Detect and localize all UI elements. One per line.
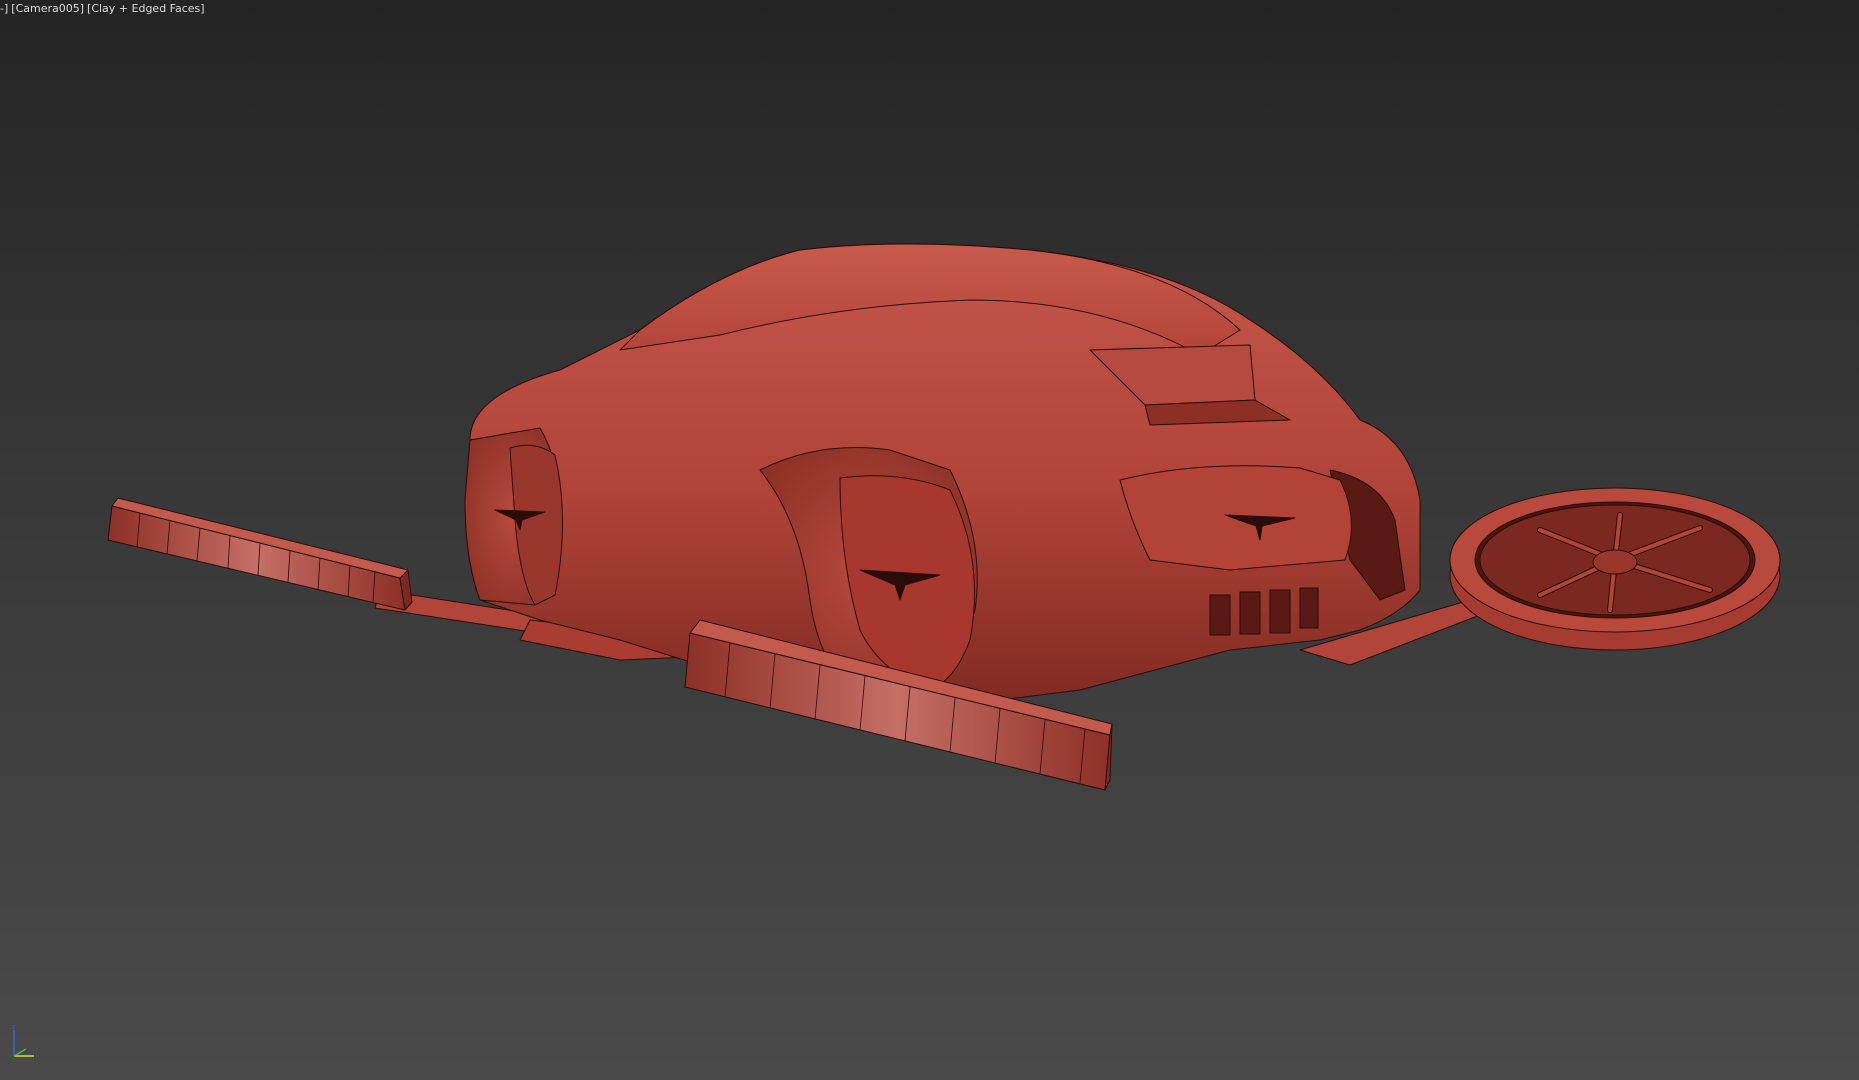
left-rotor-pad [107,497,413,611]
3d-viewport[interactable]: -] [Camera005] [Clay + Edged Faces] z [0,0,1859,1080]
axis-gizmo-icon: z [12,1024,34,1057]
rear-rotor-wheel [1449,487,1781,651]
svg-text:z: z [12,1024,15,1031]
flying-car-model[interactable] [0,0,1859,1080]
